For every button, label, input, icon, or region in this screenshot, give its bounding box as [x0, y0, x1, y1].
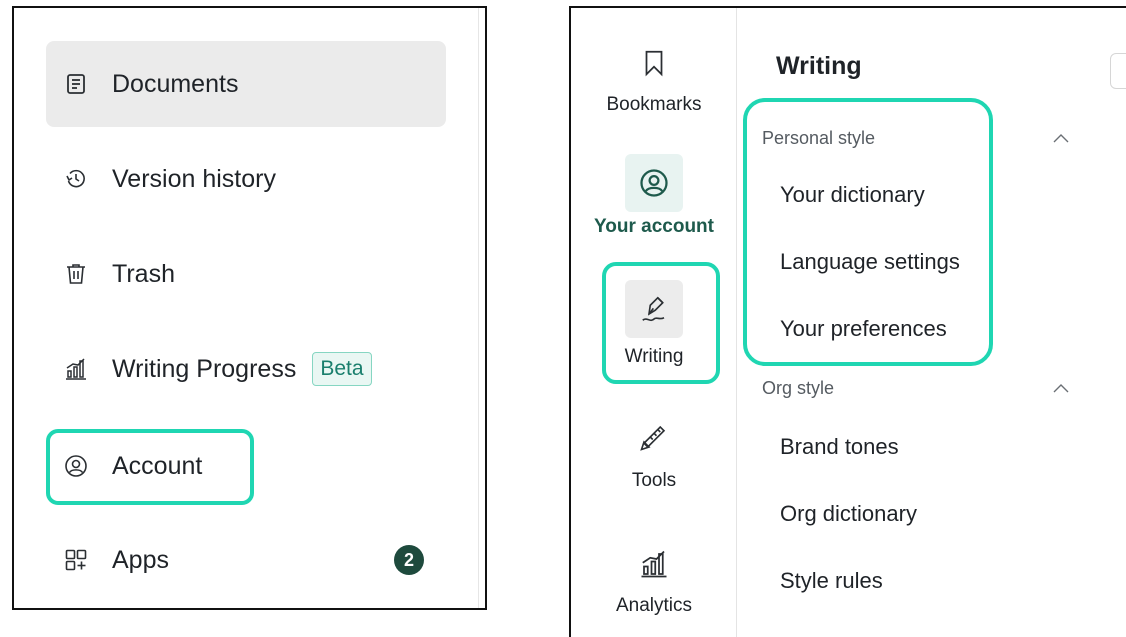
nav-item-writing-progress[interactable]: Writing Progress Beta [46, 326, 446, 412]
menu-item-style-rules[interactable]: Style rules [780, 568, 883, 594]
rail-item-analytics[interactable]: Analytics [571, 535, 737, 617]
document-icon [64, 72, 88, 96]
nav-item-version-history[interactable]: Version history [46, 136, 446, 222]
nav-label-writing-progress: Writing Progress [112, 354, 297, 383]
nav-item-account[interactable]: Account [46, 423, 446, 509]
rail-item-your-account[interactable]: Your account [571, 154, 737, 238]
menu-item-your-dictionary[interactable]: Your dictionary [780, 182, 925, 208]
nav-item-trash[interactable]: Trash [46, 231, 446, 317]
ruler-pencil-icon [625, 408, 683, 466]
apps-count-badge: 2 [394, 545, 424, 575]
nav-label-apps: Apps [112, 545, 169, 574]
rail-label-your-account: Your account [594, 216, 714, 237]
nav-item-documents[interactable]: Documents [46, 41, 446, 127]
pen-icon [625, 280, 683, 338]
nav-label-version-history: Version history [112, 164, 276, 193]
rail-label-bookmarks: Bookmarks [606, 94, 702, 115]
menu-item-your-preferences[interactable]: Your preferences [780, 316, 947, 342]
panel-title: Writing [776, 52, 862, 80]
menu-item-org-dictionary[interactable]: Org dictionary [780, 501, 917, 527]
nav-label-trash: Trash [112, 259, 175, 288]
history-icon [64, 167, 88, 191]
section-header-personal-style[interactable]: Personal style [762, 128, 875, 149]
chevron-up-icon[interactable] [1052, 130, 1070, 148]
chevron-up-icon[interactable] [1052, 380, 1070, 398]
bookmark-icon [625, 34, 683, 92]
nav-label-account: Account [112, 451, 203, 480]
menu-item-language-settings[interactable]: Language settings [780, 249, 960, 275]
main-sidebar: Documents Version history Trash Writing … [12, 6, 487, 610]
trash-icon [64, 262, 88, 286]
bar-chart-icon [64, 357, 88, 381]
account-icon [64, 454, 88, 478]
bar-chart-icon [625, 535, 683, 593]
rail-item-writing[interactable]: Writing [571, 280, 737, 368]
settings-panel: Bookmarks Your account Writing Tools Ana… [569, 6, 1126, 637]
settings-rail: Bookmarks Your account Writing Tools Ana… [571, 8, 737, 637]
beta-badge: Beta [312, 352, 372, 386]
nav-item-apps[interactable]: Apps 2 [46, 517, 446, 603]
apps-icon [64, 548, 88, 572]
account-icon [625, 154, 683, 212]
rail-item-bookmarks[interactable]: Bookmarks [571, 34, 737, 116]
panel-action-button[interactable] [1110, 53, 1126, 89]
menu-item-brand-tones[interactable]: Brand tones [780, 434, 899, 460]
writing-panel: Writing Personal style Your dictionary L… [738, 8, 1126, 637]
nav-label-documents: Documents [112, 69, 239, 98]
section-header-org-style[interactable]: Org style [762, 378, 834, 399]
rail-label-tools: Tools [631, 470, 677, 491]
rail-label-analytics: Analytics [615, 595, 693, 616]
sidebar-divider [478, 8, 479, 608]
rail-item-tools[interactable]: Tools [571, 408, 737, 492]
rail-label-writing: Writing [624, 346, 684, 367]
